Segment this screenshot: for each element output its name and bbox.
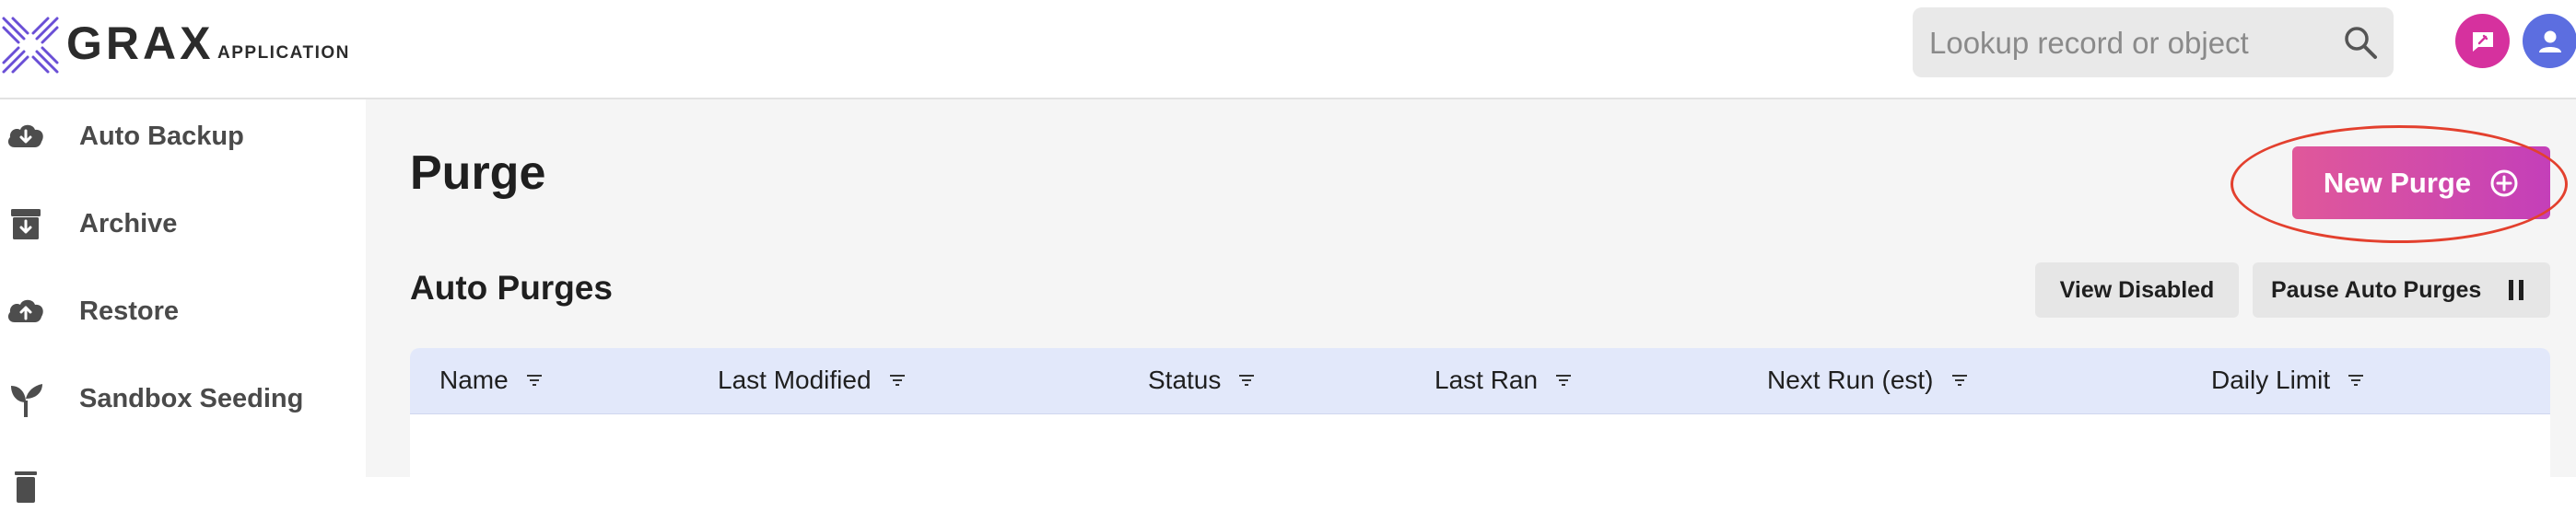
sidebar-item-label: Archive <box>79 209 178 238</box>
brand-name: GRAX <box>66 17 215 69</box>
main-content: Purge New Purge Auto Purges View Disable… <box>366 99 2576 477</box>
feedback-icon <box>2472 31 2493 52</box>
filter-icon[interactable] <box>1237 373 1256 388</box>
cloud-download-icon <box>7 124 43 147</box>
filter-icon[interactable] <box>888 373 907 388</box>
column-header-next-run[interactable]: Next Run (est) <box>1767 366 1969 395</box>
brand-subtitle: APPLICATION <box>217 43 350 63</box>
column-label: Name <box>439 366 509 394</box>
sidebar-item-partial[interactable] <box>0 449 366 523</box>
filter-icon[interactable] <box>1950 373 1969 388</box>
cloud-upload-icon <box>7 299 43 322</box>
column-header-last-ran[interactable]: Last Ran <box>1434 366 1573 395</box>
seedling-icon <box>11 384 42 417</box>
sidebar-item-label: Sandbox Seeding <box>79 384 304 413</box>
table-header: Name Last Modified Status Last Ran Next … <box>410 348 2550 414</box>
filter-icon[interactable] <box>2347 373 2365 388</box>
sidebar-item-label: Auto Backup <box>79 122 244 151</box>
search-icon[interactable] <box>2342 24 2379 61</box>
pause-icon <box>2509 280 2524 300</box>
sidebar: Auto Backup Archive Restore Sandbox Seed… <box>0 99 366 503</box>
pause-auto-purges-button[interactable]: Pause Auto Purges <box>2253 262 2550 318</box>
search-box <box>1913 7 2394 79</box>
trash-icon <box>15 471 37 503</box>
column-header-daily-limit[interactable]: Daily Limit <box>2211 366 2365 395</box>
column-label: Daily Limit <box>2211 366 2331 394</box>
sidebar-item-archive[interactable]: Archive <box>0 187 366 261</box>
column-header-last-modified[interactable]: Last Modified <box>718 366 907 395</box>
sidebar-item-auto-backup[interactable]: Auto Backup <box>0 99 366 173</box>
sidebar-item-sandbox-seeding[interactable]: Sandbox Seeding <box>0 362 366 436</box>
column-label: Status <box>1148 366 1222 394</box>
user-icon <box>2538 30 2561 52</box>
new-purge-button[interactable]: New Purge <box>2292 146 2550 219</box>
archive-box-icon <box>11 209 41 239</box>
column-header-status[interactable]: Status <box>1148 366 1256 395</box>
view-disabled-button[interactable]: View Disabled <box>2035 262 2239 318</box>
sidebar-item-label: Restore <box>79 296 179 326</box>
user-avatar-button[interactable] <box>2523 14 2576 68</box>
filter-icon[interactable] <box>1554 373 1573 388</box>
pause-auto-purges-label: Pause Auto Purges <box>2271 276 2482 303</box>
section-title: Auto Purges <box>410 269 613 307</box>
column-label: Last Ran <box>1434 366 1539 394</box>
view-disabled-label: View Disabled <box>2059 276 2215 303</box>
feedback-button[interactable] <box>2455 14 2510 68</box>
plus-circle-icon <box>2490 169 2518 196</box>
column-header-name[interactable]: Name <box>439 366 544 395</box>
column-label: Last Modified <box>718 366 872 394</box>
auto-purges-table: Name Last Modified Status Last Ran Next … <box>410 348 2550 477</box>
column-label: Next Run (est) <box>1767 366 1934 394</box>
filter-icon[interactable] <box>525 373 544 388</box>
sidebar-item-restore[interactable]: Restore <box>0 274 366 348</box>
page-title: Purge <box>410 146 546 200</box>
logo-icon[interactable] <box>0 13 61 77</box>
app-header: GRAX APPLICATION <box>0 0 2576 99</box>
search-input[interactable] <box>1927 7 2327 79</box>
new-purge-label: New Purge <box>2323 166 2472 199</box>
